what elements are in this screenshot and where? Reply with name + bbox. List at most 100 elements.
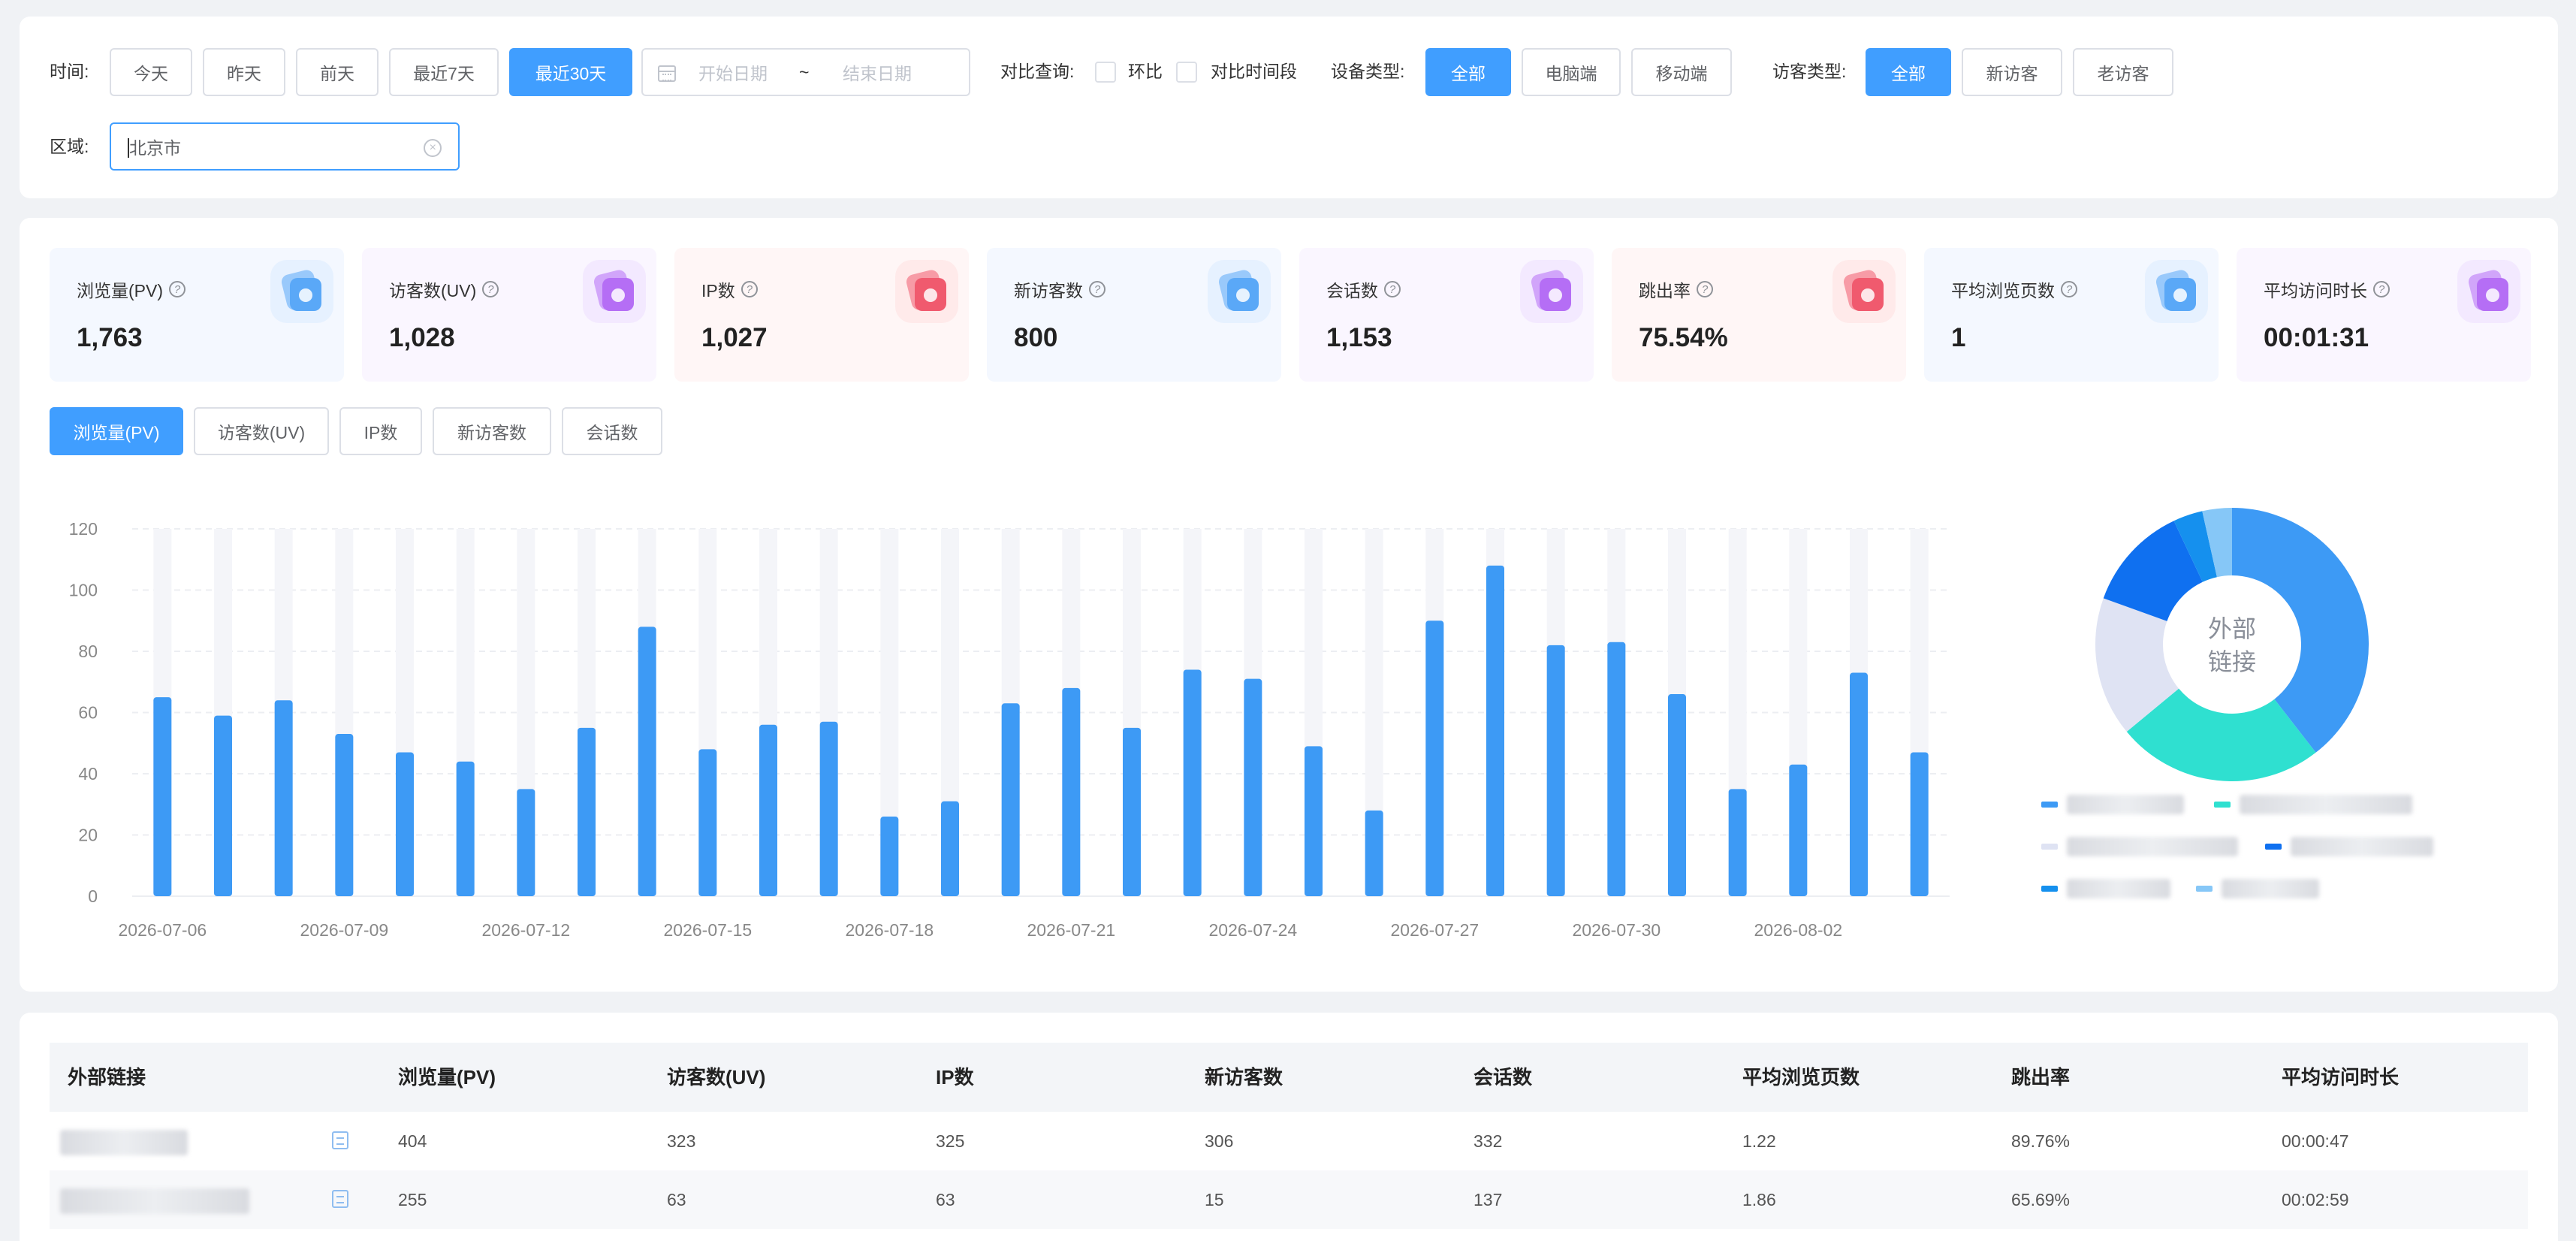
y-tick-label: 120 (69, 519, 98, 539)
x-tick-label: 2026-07-15 (664, 920, 753, 940)
pie-legend-item[interactable] (2196, 879, 2319, 898)
bar[interactable] (1183, 669, 1202, 896)
time-last7-button[interactable]: 最近7天 (389, 48, 499, 96)
bar[interactable] (1910, 752, 1929, 896)
date-range-picker[interactable]: 开始日期 ~ 结束日期 (641, 48, 970, 96)
bar[interactable] (1668, 694, 1686, 896)
time-last30-button[interactable]: 最近30天 (509, 48, 632, 96)
compare-period-checkbox[interactable] (1176, 62, 1197, 83)
redacted-text (2291, 837, 2433, 856)
pie-slice[interactable] (2232, 508, 2369, 753)
table-cell: 65.69% (2011, 1190, 2071, 1209)
pie-slice[interactable] (2095, 598, 2179, 732)
bar[interactable] (517, 789, 535, 896)
visitor-all-button[interactable]: 全部 (1866, 48, 1951, 96)
bar[interactable] (456, 761, 475, 896)
stats-panel: 浏览量(PV)? 1,763 访客数(UV)? 1,028 IP数? 1,027 新访客数?… (20, 218, 2558, 992)
bar[interactable] (214, 715, 232, 896)
table-cell: 306 (1205, 1131, 1234, 1151)
redacted-link[interactable] (60, 1188, 249, 1214)
table-cell: 00:00:47 (2282, 1131, 2349, 1151)
bar[interactable] (1789, 764, 1808, 896)
pie-legend-item[interactable] (2041, 795, 2184, 814)
pie-slice[interactable] (2202, 508, 2232, 578)
compare-period-label: 对比时间段 (1211, 62, 1297, 81)
device-all-button[interactable]: 全部 (1425, 48, 1511, 96)
table-cell: 00:02:59 (2282, 1190, 2349, 1209)
table-row[interactable]: 404 323 325 306 332 1.22 89.76% 00:00:47 (50, 1112, 2528, 1170)
bar[interactable] (1365, 810, 1383, 896)
column-header[interactable]: 平均浏览页数 (1742, 1043, 1860, 1112)
bar[interactable] (335, 734, 354, 896)
pie-legend-item[interactable] (2265, 837, 2433, 856)
redacted-text (2067, 837, 2238, 856)
bar[interactable] (578, 727, 596, 896)
bar[interactable] (1001, 703, 1020, 896)
table-row[interactable]: 255 63 63 15 137 1.86 65.69% 00:02:59 (50, 1170, 2528, 1229)
y-tick-label: 40 (78, 764, 98, 784)
table-cell: 63 (936, 1190, 955, 1209)
bar[interactable] (1123, 727, 1141, 896)
column-header[interactable]: 外部链接 (68, 1043, 146, 1112)
bar[interactable] (396, 752, 414, 896)
pie-slice[interactable] (2126, 688, 2316, 781)
bar[interactable] (1305, 746, 1323, 896)
redacted-text (2067, 795, 2184, 814)
column-header[interactable]: 浏览量(PV) (398, 1043, 496, 1112)
filter-panel: 时间: 今天 昨天 前天 最近7天 最近30天 开始日期 ~ 结束日期 对比查询… (20, 17, 2558, 198)
bar[interactable] (1244, 678, 1262, 896)
table-cell: 89.76% (2011, 1131, 2071, 1151)
date-start-input[interactable]: 开始日期 (698, 59, 768, 85)
time-label: 时间: (50, 62, 89, 81)
column-header[interactable]: 跳出率 (2011, 1043, 2070, 1112)
bar[interactable] (1607, 642, 1626, 896)
pie-legend-item[interactable] (2041, 837, 2238, 856)
bar[interactable] (1546, 645, 1565, 896)
column-header[interactable]: 访客数(UV) (667, 1043, 765, 1112)
bar[interactable] (880, 817, 899, 896)
bar[interactable] (274, 700, 293, 896)
bar[interactable] (153, 697, 172, 896)
clear-icon[interactable]: × (424, 139, 442, 157)
column-header[interactable]: IP数 (936, 1043, 974, 1112)
help-icon[interactable]: ? (2373, 281, 2390, 297)
bar[interactable] (698, 749, 717, 896)
bar[interactable] (759, 724, 777, 896)
region-input[interactable]: 北京市 × (110, 122, 460, 171)
device-label: 设备类型: (1331, 62, 1405, 81)
pie-slice[interactable] (2173, 511, 2217, 582)
time-today-button[interactable]: 今天 (110, 48, 192, 96)
table-cell: 15 (1205, 1190, 1224, 1209)
y-tick-label: 0 (88, 886, 98, 906)
help-icon[interactable]: ? (2061, 281, 2077, 297)
x-tick-label: 2026-07-27 (1391, 920, 1480, 940)
bar-chart: 0 20 40 60 80 100 120 2026-07-06 2026-07-09 2026-… (69, 519, 1950, 940)
pie-slice[interactable] (2103, 521, 2203, 621)
visitor-new-button[interactable]: 新访客 (1962, 48, 2062, 96)
bar[interactable] (1850, 672, 1868, 896)
date-end-input[interactable]: 结束日期 (843, 59, 912, 85)
bar[interactable] (1062, 687, 1081, 896)
bar[interactable] (1486, 565, 1504, 896)
table-cell: 137 (1474, 1190, 1503, 1209)
column-header[interactable]: 新访客数 (1205, 1043, 1283, 1112)
bar[interactable] (1728, 789, 1747, 896)
visitor-returning-button[interactable]: 老访客 (2073, 48, 2173, 96)
doc-icon[interactable] (332, 1190, 348, 1208)
bar[interactable] (941, 801, 959, 896)
device-mobile-button[interactable]: 移动端 (1631, 48, 1732, 96)
redacted-link[interactable] (60, 1130, 188, 1155)
device-pc-button[interactable]: 电脑端 (1522, 48, 1621, 96)
bar[interactable] (638, 627, 656, 896)
compare-mom-checkbox[interactable] (1095, 62, 1116, 83)
pie-legend-item[interactable] (2041, 879, 2170, 898)
doc-icon[interactable] (332, 1131, 348, 1149)
column-header[interactable]: 平均访问时长 (2282, 1043, 2399, 1112)
pie-center-label: 外部 (2208, 615, 2256, 642)
time-yesterday-button[interactable]: 昨天 (203, 48, 285, 96)
pie-legend-item[interactable] (2214, 795, 2412, 814)
column-header[interactable]: 会话数 (1474, 1043, 1532, 1112)
time-day-before-button[interactable]: 前天 (296, 48, 379, 96)
bar[interactable] (819, 721, 838, 896)
bar[interactable] (1425, 620, 1444, 896)
